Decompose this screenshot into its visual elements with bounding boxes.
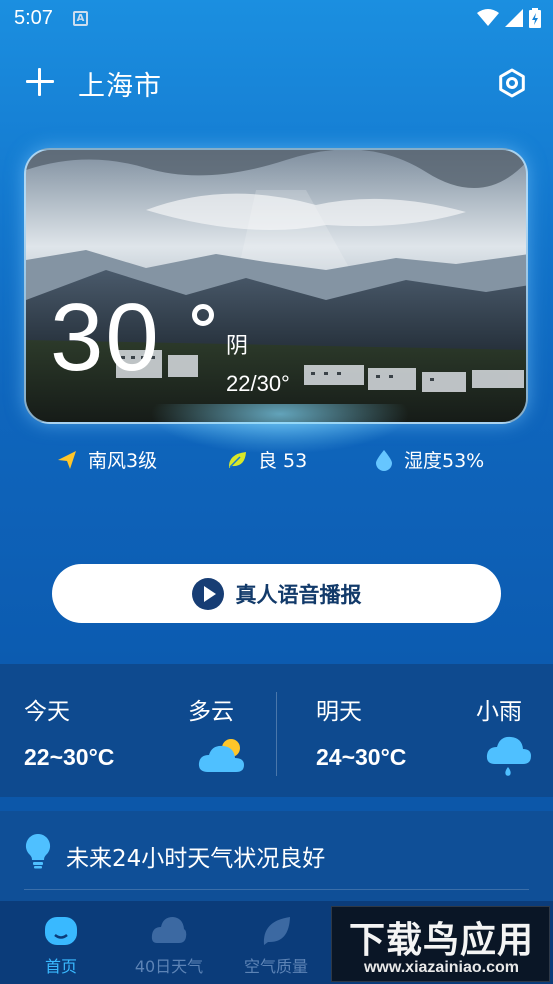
voice-broadcast-label: 真人语音播报 [235, 582, 362, 607]
app-header: 上海市 [0, 58, 553, 108]
tomorrow-temp: 24~30°C [316, 744, 407, 770]
air-quality-text: 良 53 [258, 450, 308, 472]
voice-broadcast-button[interactable]: 真人语音播报 [52, 564, 501, 623]
status-time: 5:07 [14, 6, 53, 29]
battery-icon [529, 8, 541, 28]
current-condition: 阴 [226, 334, 249, 359]
nav-air-quality[interactable]: 空气质量 [226, 913, 326, 977]
wifi-icon [477, 9, 499, 26]
humidity-indicator: 湿度53% [374, 446, 484, 473]
status-bar: 5:07 A [0, 0, 553, 36]
city-title[interactable]: 上海市 [78, 64, 162, 103]
signal-icon [505, 9, 523, 27]
wind-flag-icon [58, 450, 76, 469]
lightbulb-icon [25, 833, 51, 869]
nav-home-label: 首页 [44, 957, 77, 976]
humidity-text: 湿度53% [404, 450, 485, 472]
wind-text: 南风3级 [88, 450, 158, 472]
add-city-icon[interactable] [24, 66, 56, 98]
water-drop-icon [376, 449, 392, 471]
tip-divider [24, 889, 529, 890]
today-temp: 22~30°C [24, 744, 115, 770]
leaf-icon [263, 917, 290, 945]
watermark-title: 下载鸟应用 [348, 920, 534, 961]
watermark-logo: 下载鸟应用 www.xiazainiao.com [331, 906, 550, 982]
forecast-divider [276, 692, 277, 776]
air-quality-indicator: 良 53 [226, 446, 307, 473]
nav-40-day-label: 40日天气 [134, 957, 204, 976]
nav-40-day[interactable]: 40日天气 [119, 913, 219, 977]
tomorrow-label: 明天 [316, 699, 362, 725]
today-condition: 多云 [188, 699, 234, 725]
status-icons [477, 8, 541, 28]
tomorrow-condition: 小雨 [476, 699, 522, 725]
section-gap [0, 797, 553, 811]
two-day-forecast[interactable]: 今天 多云 22~30°C 明天 小雨 24~30°C [0, 664, 553, 797]
nav-air-quality-label: 空气质量 [243, 957, 308, 976]
degree-symbol [192, 304, 214, 326]
today-label: 今天 [24, 699, 70, 725]
weather-indicators: 南风3级 良 53 湿度53% [0, 446, 553, 478]
nav-home[interactable]: 首页 [11, 913, 111, 977]
partly-cloudy-icon [198, 739, 244, 772]
current-temperature: 30 [50, 284, 161, 391]
weather-tip: 未来24小时天气状况良好 [0, 811, 553, 901]
tip-text: 未来24小时天气状况良好 [66, 846, 326, 872]
watermark-url: www.xiazainiao.com [363, 959, 519, 976]
play-icon [191, 577, 224, 610]
home-icon [45, 917, 77, 945]
temperature-range: 22/30° [226, 371, 290, 396]
wind-indicator: 南风3级 [56, 446, 157, 473]
settings-icon[interactable] [497, 68, 527, 98]
leaf-icon [228, 451, 246, 468]
notification-icon: A [72, 10, 88, 26]
light-rain-icon [486, 736, 531, 776]
calendar-cloud-icon [151, 917, 187, 943]
